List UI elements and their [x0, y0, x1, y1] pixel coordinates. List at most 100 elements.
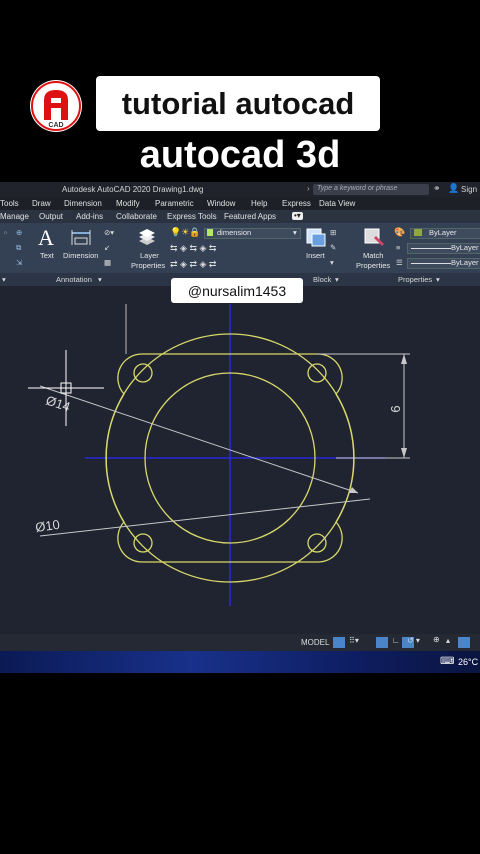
tab-featured-apps[interactable]: Featured Apps [224, 212, 276, 221]
ortho-toggle-icon[interactable] [376, 637, 388, 648]
match-properties-label-2[interactable]: Properties [356, 261, 390, 270]
match-properties-label-1[interactable]: Match [363, 251, 383, 260]
lineweight-dropdown-value: ByLayer [451, 258, 479, 267]
annotation-expand-icon[interactable]: ▾ [98, 275, 102, 284]
bolt-hole-top-right [307, 363, 327, 383]
menu-dimension[interactable]: Dimension [64, 199, 102, 208]
copy-icon[interactable]: ⧉ [16, 243, 21, 253]
dimension-icon[interactable] [70, 229, 92, 247]
search-box[interactable]: Type a keyword or phrase [313, 184, 429, 195]
text-tool-label[interactable]: Text [40, 251, 54, 260]
block-expand-icon[interactable]: ▾ [335, 275, 339, 284]
dimension-text-vertical: 6 [388, 405, 403, 412]
layer-tools-row-2-icon[interactable]: ⇄ ◈ ⇄ ◈ ⇄ [170, 259, 216, 270]
panel-arrow-icon[interactable]: ▾ [2, 275, 6, 284]
windows-taskbar: ⌨ 26°C [0, 651, 480, 673]
layer-dropdown[interactable]: dimension ▾ [204, 228, 301, 239]
small-tool-icon[interactable]: ▫ [4, 228, 7, 237]
tab-express-tools[interactable]: Express Tools [167, 212, 217, 221]
move-icon[interactable]: ⊕ [16, 228, 22, 237]
tab-manage[interactable]: Manage [0, 212, 29, 221]
tab-output[interactable]: Output [39, 212, 63, 221]
bolt-hole-bottom-right [307, 533, 327, 553]
menu-express[interactable]: Express [282, 199, 311, 208]
layer-properties-label-2[interactable]: Properties [131, 261, 165, 270]
logo-text: CAD [48, 122, 63, 129]
title-banner: tutorial autocad [96, 76, 380, 131]
dimension-arrow-down [401, 448, 407, 458]
create-block-icon[interactable]: ⊞ [330, 228, 336, 237]
text-icon[interactable]: A [38, 225, 54, 251]
dimension-tool-label[interactable]: Dimension [63, 251, 98, 260]
sign-in-link[interactable]: Sign I [461, 185, 480, 194]
dimension-line-phi14 [39, 385, 359, 494]
menu-tools[interactable]: Tools [0, 199, 19, 208]
tab-collaborate[interactable]: Collaborate [116, 212, 157, 221]
layer-properties-label-1[interactable]: Layer [140, 251, 159, 260]
tab-add-ins[interactable]: Add-ins [76, 212, 103, 221]
snap-toggle-icon[interactable]: ⠿▾ [349, 636, 359, 645]
video-title: tutorial autocad [121, 85, 355, 121]
annotation-panel-title[interactable]: Annotation [56, 275, 92, 284]
bolt-hole-bottom-left [133, 533, 153, 553]
multileader-icon[interactable]: ↙ [104, 243, 110, 252]
binoculars-icon[interactable]: ⚭ [433, 183, 441, 194]
match-properties-icon[interactable] [362, 226, 386, 250]
menu-bar: Tools Draw Dimension Modify Parametric W… [0, 197, 480, 210]
color-wheel-icon[interactable]: 🎨 [394, 227, 405, 238]
dimension-arrow-up [401, 354, 407, 364]
annotation-monitor-icon[interactable]: ▴ [446, 636, 450, 645]
object-snap-tracking-icon[interactable]: ⊕ [433, 635, 440, 644]
properties-panel-title[interactable]: Properties [398, 275, 432, 284]
user-icon[interactable]: 👤 [448, 183, 459, 194]
chevron-down-icon: ▾ [293, 228, 297, 237]
layer-dropdown-value: dimension [217, 228, 252, 237]
block-panel-title[interactable]: Block [313, 275, 331, 284]
object-snap-icon[interactable]: ↺ ▾ [407, 636, 420, 645]
video-subtitle: autocad 3d [139, 134, 341, 176]
drawing-canvas[interactable]: 6 Ø14 Ø10 [0, 286, 480, 634]
menu-modify[interactable]: Modify [116, 199, 140, 208]
color-dropdown[interactable]: ByLayer [410, 228, 480, 239]
layer-bulb-icon[interactable]: 💡☀🔒 [170, 227, 200, 238]
table-icon[interactable]: ▦ [104, 258, 111, 267]
lineweight-toggle-icon[interactable] [458, 637, 470, 648]
menu-window[interactable]: Window [207, 199, 235, 208]
menu-draw[interactable]: Draw [32, 199, 51, 208]
ribbon-tabs: Manage Output Add-ins Collaborate Expres… [0, 210, 480, 223]
search-arrow-icon[interactable]: › [307, 184, 310, 193]
lineweight-dropdown[interactable]: ByLayer [407, 258, 480, 269]
linetype-icon[interactable]: ≡ [396, 243, 400, 252]
stretch-icon[interactable]: ⇲ [16, 258, 22, 267]
insert-block-icon[interactable] [304, 226, 328, 248]
layer-tools-row-1-icon[interactable]: ⇆ ◈ ⇆ ◈ ⇆ [170, 243, 216, 254]
insert-label[interactable]: Insert [306, 251, 325, 260]
status-bar: MODEL ⠿▾ ∟ ↺ ▾ ⊕ ▴ [0, 634, 480, 651]
dimension-line-phi10 [39, 498, 371, 537]
cad-logo: CAD [30, 80, 82, 132]
lineweight-icon[interactable]: ☰ [396, 258, 403, 267]
linetype-dropdown[interactable]: ByLayer [407, 243, 480, 254]
grid-toggle-icon[interactable] [333, 637, 345, 648]
model-space-button[interactable]: MODEL [301, 638, 329, 647]
bolt-hole-top-left [133, 363, 153, 383]
app-title: Autodesk AutoCAD 2020 Drawing1.dwg [62, 185, 204, 194]
edit-attribute-icon[interactable]: ▾ [330, 258, 334, 267]
layer-properties-icon[interactable] [136, 227, 158, 249]
polar-icon[interactable]: ∟ [392, 636, 400, 645]
temperature: 26°C [458, 657, 479, 667]
window-titlebar: Autodesk AutoCAD 2020 Drawing1.dwg › Typ… [0, 182, 480, 197]
menu-help[interactable]: Help [251, 199, 267, 208]
edit-block-icon[interactable]: ✎ [330, 243, 336, 252]
properties-expand-icon[interactable]: ▾ [436, 275, 440, 284]
ribbon-toggle-icon[interactable]: •▾ [292, 212, 303, 220]
dimension-text-phi10: Ø10 [34, 517, 60, 535]
crosshair-cursor [28, 350, 104, 426]
watermark: @nursalim1453 [171, 278, 303, 303]
linetype-dropdown-value: ByLayer [451, 243, 479, 252]
menu-parametric[interactable]: Parametric [155, 199, 194, 208]
leader-icon[interactable]: ⊘▾ [104, 228, 114, 237]
color-dropdown-value: ByLayer [429, 228, 457, 237]
weather-icon[interactable]: ⌨ [440, 656, 454, 667]
menu-data-view[interactable]: Data View [319, 199, 355, 208]
